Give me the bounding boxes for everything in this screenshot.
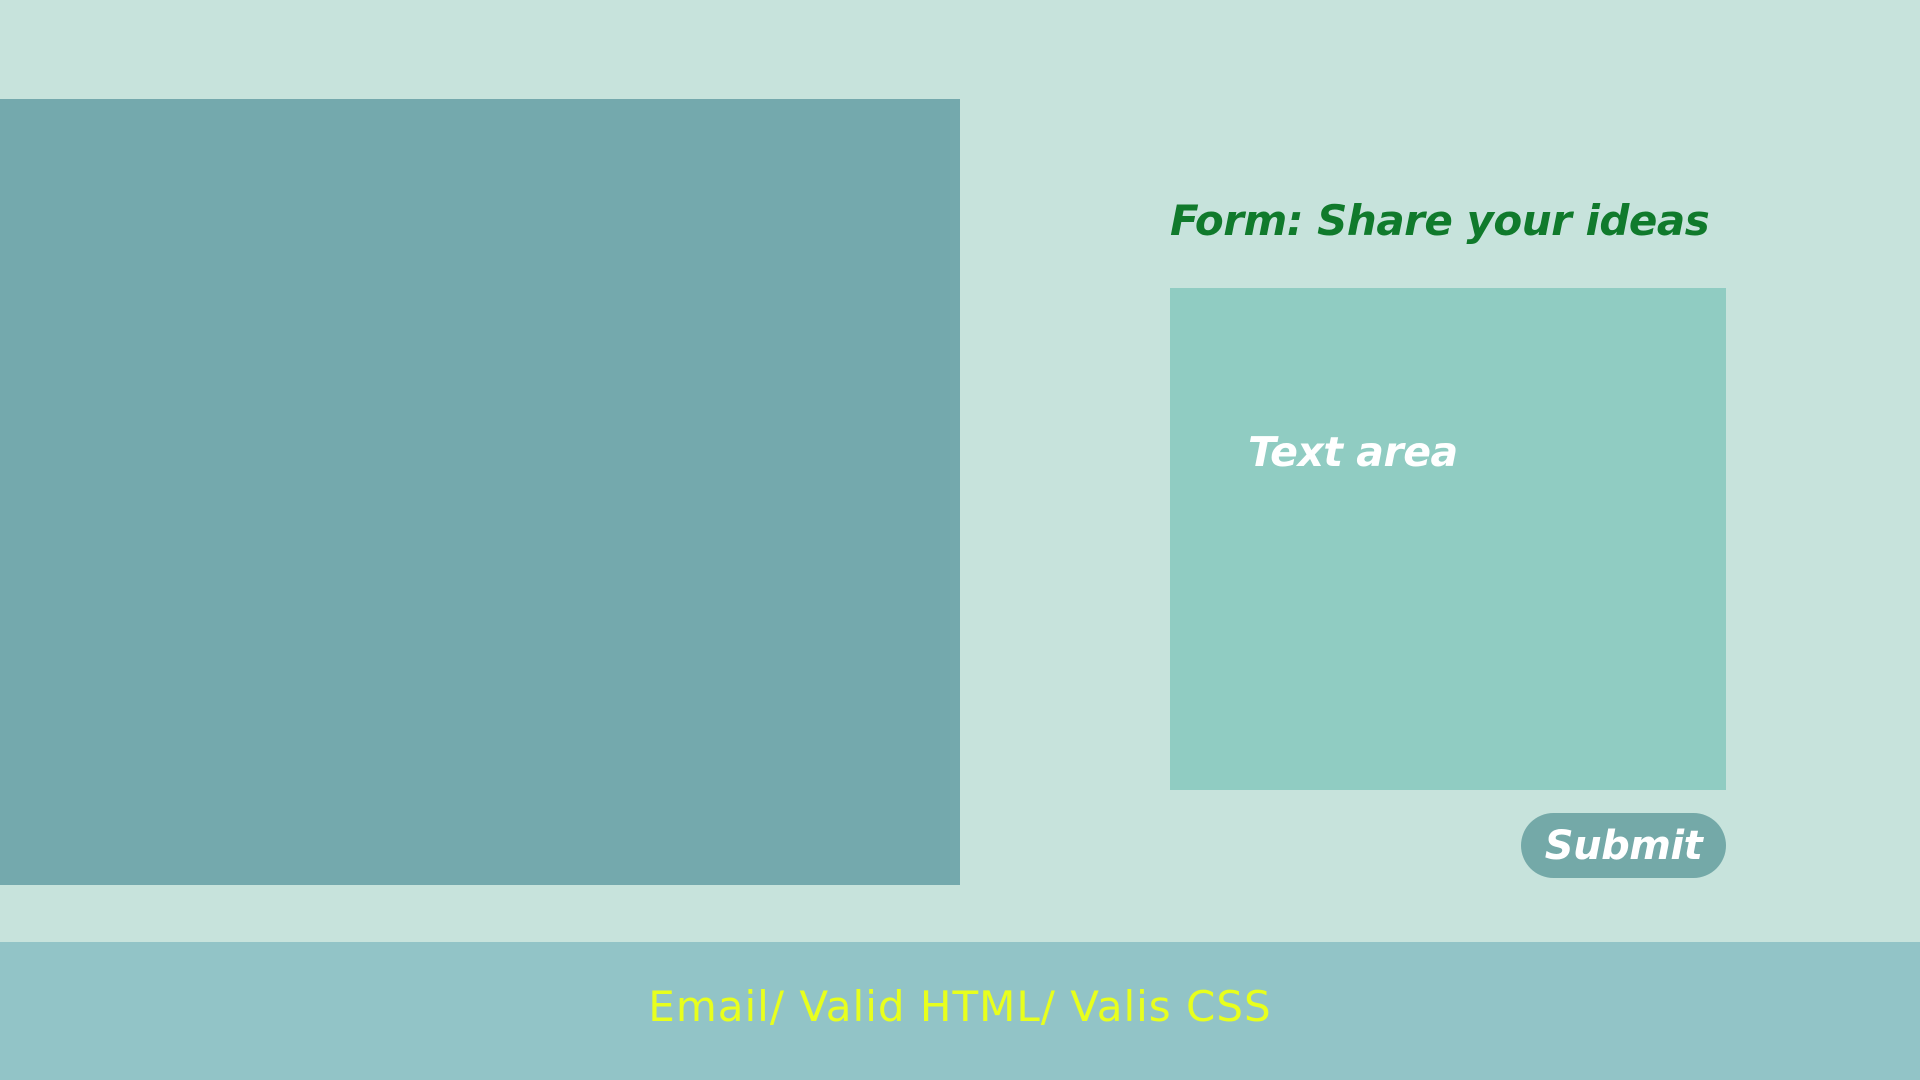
text-area-label: Text area xyxy=(1248,428,1458,476)
image-panel xyxy=(0,99,960,885)
share-ideas-form: Form: Share your ideas Text area Submit xyxy=(1170,196,1726,881)
ideas-text-area[interactable]: Text area xyxy=(1170,288,1726,790)
footer: Email/ Valid HTML/ Valis CSS xyxy=(0,942,1920,1080)
footer-links-text: Email/ Valid HTML/ Valis CSS xyxy=(648,982,1272,1031)
form-title: Form: Share your ideas xyxy=(1170,196,1710,245)
submit-button[interactable]: Submit xyxy=(1521,813,1726,878)
